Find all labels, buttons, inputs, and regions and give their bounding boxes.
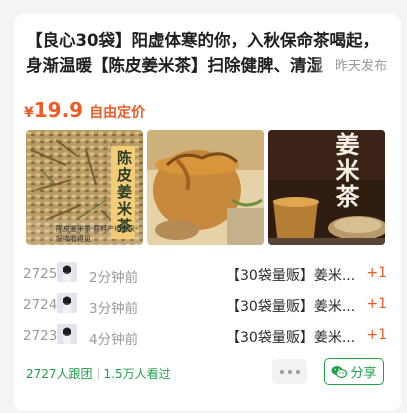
- order-number: 2723: [23, 328, 58, 344]
- image-gallery: 陈皮姜米茶 陈皮姜米茶·原料产地直采·好喝看得见 姜米茶: [26, 130, 385, 245]
- price-row: ¥ 19.9 自由定价: [24, 98, 145, 124]
- more-dot-icon: [287, 369, 292, 374]
- share-button[interactable]: 分享: [324, 358, 384, 385]
- list-item[interactable]: 2725 2分钟前 【30袋量贩】姜米... +1: [14, 259, 401, 290]
- avatar: [57, 293, 77, 313]
- tea-glass-photo[interactable]: 姜米茶: [268, 130, 385, 245]
- list-item[interactable]: 2723 4分钟前 【30袋量贩】姜米... +1: [14, 321, 401, 352]
- price-currency: ¥: [24, 105, 34, 121]
- posted-time: 昨天发布: [312, 54, 387, 79]
- list-item[interactable]: 2724 3分钟前 【30袋量贩】姜米... +1: [14, 290, 401, 321]
- follower-count: 2727人跟团: [26, 367, 93, 381]
- order-time: 4分钟前: [89, 332, 139, 348]
- product-label-overlay: 姜米茶: [331, 132, 360, 210]
- avatar: [57, 262, 77, 282]
- price-tag: 自由定价: [89, 105, 146, 121]
- price-value: 19.9: [33, 98, 84, 122]
- group-stats: 2727人跟团 1.5万人看过: [26, 365, 171, 382]
- more-options-button[interactable]: [272, 359, 307, 384]
- stats-divider: [97, 368, 99, 379]
- tea-grains-photo[interactable]: 陈皮姜米茶 陈皮姜米茶·原料产地直采·好喝看得见: [26, 130, 143, 245]
- tea-cup-photo[interactable]: [147, 130, 264, 245]
- avatar: [57, 324, 77, 344]
- order-quantity: +1: [366, 296, 387, 312]
- view-count: 1.5万人看过: [103, 367, 171, 381]
- wechat-icon: [331, 365, 348, 378]
- share-label: 分享: [350, 366, 377, 381]
- order-list: 2725 2分钟前 【30袋量贩】姜米... +1 2724 3分钟前 【30袋…: [14, 259, 401, 352]
- more-dot-icon: [295, 369, 300, 374]
- image-watermark: 陈皮姜米茶·原料产地直采·好喝看得见: [56, 225, 138, 243]
- group-buy-card[interactable]: 【良心30袋】阳虚体寒的你，入秋保命茶喝起，身渐温暖【陈皮姜米茶】扫除健脾、清湿…: [14, 14, 401, 411]
- order-time: 3分钟前: [89, 301, 139, 317]
- order-number: 2725: [23, 266, 58, 282]
- order-item: 【30袋量贩】姜米...: [226, 299, 356, 315]
- order-quantity: +1: [366, 327, 387, 343]
- more-dot-icon: [279, 369, 284, 374]
- card-footer: 2727人跟团 1.5万人看过 分享: [14, 358, 401, 389]
- order-item: 【30袋量贩】姜米...: [226, 330, 356, 346]
- order-number: 2724: [23, 297, 58, 313]
- order-quantity: +1: [366, 265, 387, 281]
- order-item: 【30袋量贩】姜米...: [226, 268, 356, 284]
- order-time: 2分钟前: [89, 270, 139, 286]
